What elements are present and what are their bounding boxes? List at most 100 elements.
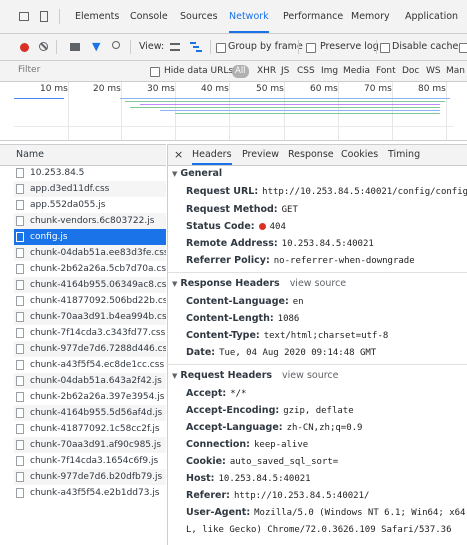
request-row[interactable]: chunk-04dab51a.643a2f42.js — [14, 373, 166, 389]
filter-ws[interactable]: WS — [426, 61, 441, 81]
hide-data-urls-checkbox[interactable] — [150, 67, 160, 77]
user-agent-continuation: L, like Gecko) Chrome/72.0.3626.109 Safa… — [186, 525, 452, 535]
tab-network[interactable]: Network — [229, 0, 269, 33]
request-row[interactable]: chunk-70aa3d91.af90c985.js — [14, 437, 166, 453]
inspect-element-icon[interactable] — [19, 12, 29, 21]
request-name: 10.253.84.5 — [30, 168, 85, 178]
request-row[interactable]: config.js — [14, 229, 166, 245]
record-icon[interactable] — [20, 43, 29, 52]
request-headers-section-header[interactable]: ▼ Request Headers view source — [172, 370, 339, 381]
filter-img[interactable]: Img — [321, 61, 338, 81]
request-method-row: Request Method: GET — [186, 204, 298, 215]
group-by-frame-checkbox[interactable] — [216, 43, 226, 53]
referer-row: Referer: http://10.253.84.5:40021/ — [186, 490, 370, 501]
tab-elements[interactable]: Elements — [75, 0, 119, 33]
request-name: chunk-70aa3d91.b4ea994b.css — [30, 312, 166, 322]
tab-preview[interactable]: Preview — [242, 145, 279, 165]
requests-list: 10.253.84.5 app.d3ed11df.css app.552da055.… — [0, 165, 166, 545]
request-name: chunk-4164b955.06349ac8.css — [30, 280, 166, 290]
name-column-header[interactable]: Name — [16, 145, 44, 165]
filter-js[interactable]: JS — [281, 61, 289, 81]
connection-row: Connection: keep-alive — [186, 439, 309, 450]
tick-label: 30 ms — [147, 84, 175, 94]
view-source-link[interactable]: view source — [290, 278, 346, 289]
view-source-link[interactable]: view source — [282, 370, 338, 381]
filter-media[interactable]: Media — [343, 61, 370, 81]
offline-checkbox[interactable] — [459, 43, 467, 53]
tab-headers[interactable]: Headers — [192, 145, 232, 165]
tab-application[interactable]: Application — [405, 0, 458, 33]
file-icon — [16, 312, 24, 322]
preserve-log-checkbox[interactable] — [306, 43, 316, 53]
request-row[interactable]: app.552da055.js — [14, 197, 166, 213]
tick-label: 20 ms — [93, 84, 121, 94]
tab-console[interactable]: Console — [130, 0, 168, 33]
file-icon — [16, 264, 24, 274]
video-camera-icon[interactable] — [70, 43, 80, 51]
tab-performance[interactable]: Performance — [283, 0, 343, 33]
filter-font[interactable]: Font — [376, 61, 396, 81]
filter-manifest[interactable]: Man — [446, 61, 465, 81]
request-row[interactable]: chunk-7f14cda3.c343fd77.css — [14, 325, 166, 341]
large-rows-icon[interactable] — [170, 43, 180, 51]
devtools-tab-bar: Elements Console Sources Network Perform… — [0, 0, 467, 34]
request-row[interactable]: chunk-70aa3d91.b4ea994b.css — [14, 309, 166, 325]
tab-sources[interactable]: Sources — [180, 0, 218, 33]
waterfall-bar — [14, 98, 64, 99]
request-row[interactable]: chunk-977de7d6.7288d446.css — [14, 341, 166, 357]
request-name: chunk-vendors.6c803722.js — [30, 216, 155, 226]
filter-css[interactable]: CSS — [297, 61, 315, 81]
request-row[interactable]: chunk-41877092.506bd22b.css — [14, 293, 166, 309]
network-overview[interactable]: 10 ms 20 ms 30 ms 40 ms 50 ms 60 ms 70 m… — [0, 82, 467, 141]
clear-icon[interactable] — [39, 42, 48, 51]
request-name: chunk-7f14cda3.c343fd77.css — [30, 328, 166, 338]
request-name: chunk-70aa3d91.af90c985.js — [30, 440, 162, 450]
tab-response[interactable]: Response — [288, 145, 334, 165]
file-icon — [16, 376, 24, 386]
remote-address-row: Remote Address: 10.253.84.5:40021 — [186, 238, 374, 249]
request-row[interactable]: chunk-04dab51a.ee83d3fe.css — [14, 245, 166, 261]
device-toolbar-icon[interactable] — [40, 11, 48, 22]
request-row[interactable]: chunk-a43f5f54.e2b1dd73.js — [14, 485, 166, 501]
filter-icon[interactable]: ▼ — [92, 41, 100, 52]
waterfall-bar — [175, 113, 440, 114]
tab-timing[interactable]: Timing — [388, 145, 420, 165]
close-icon[interactable]: × — [174, 145, 183, 165]
tab-memory[interactable]: Memory — [351, 0, 390, 33]
file-icon — [16, 296, 24, 306]
file-icon — [16, 184, 24, 194]
expand-triangle-icon: ▼ — [172, 280, 178, 288]
waterfall-icon[interactable] — [190, 42, 202, 52]
group-by-frame-label: Group by frame — [228, 41, 303, 52]
request-row[interactable]: chunk-4164b955.06349ac8.css — [14, 277, 166, 293]
file-icon — [16, 200, 24, 210]
disable-cache-checkbox[interactable] — [380, 43, 390, 53]
request-row[interactable]: chunk-7f14cda3.1654c6f9.js — [14, 453, 166, 469]
general-section-header[interactable]: ▼ General — [172, 168, 222, 179]
request-row[interactable]: app.d3ed11df.css — [14, 181, 166, 197]
tab-cookies[interactable]: Cookies — [341, 145, 378, 165]
filter-doc[interactable]: Doc — [402, 61, 419, 81]
request-row[interactable]: chunk-977de7d6.b20dfb79.js — [14, 469, 166, 485]
search-icon[interactable] — [112, 41, 120, 49]
filter-all[interactable]: All — [232, 65, 249, 78]
request-row[interactable]: 10.253.84.5 — [14, 165, 166, 181]
request-row[interactable]: chunk-vendors.6c803722.js — [14, 213, 166, 229]
referrer-policy-row: Referrer Policy: no-referrer-when-downgra… — [186, 255, 415, 266]
request-row[interactable]: chunk-41877092.1c58cc2f.js — [14, 421, 166, 437]
view-label: View: — [139, 41, 165, 52]
response-headers-section-header[interactable]: ▼ Response Headers view source — [172, 278, 346, 289]
filter-input[interactable] — [14, 63, 150, 77]
waterfall-bar — [14, 126, 454, 127]
error-status-icon — [258, 223, 266, 230]
filter-xhr[interactable]: XHR — [257, 61, 276, 81]
request-name: chunk-41877092.1c58cc2f.js — [30, 424, 160, 434]
requests-header: Name — [0, 144, 166, 166]
request-name: chunk-41877092.506bd22b.css — [30, 296, 166, 306]
request-row[interactable]: chunk-a43f5f54.ec8de1cc.css — [14, 357, 166, 373]
file-icon — [16, 344, 24, 354]
request-row[interactable]: chunk-4164b955.5d56af4d.js — [14, 405, 166, 421]
request-row[interactable]: chunk-2b62a26a.5cb7d70a.css — [14, 261, 166, 277]
request-row[interactable]: chunk-2b62a26a.397e3954.js — [14, 389, 166, 405]
file-icon — [16, 248, 24, 258]
